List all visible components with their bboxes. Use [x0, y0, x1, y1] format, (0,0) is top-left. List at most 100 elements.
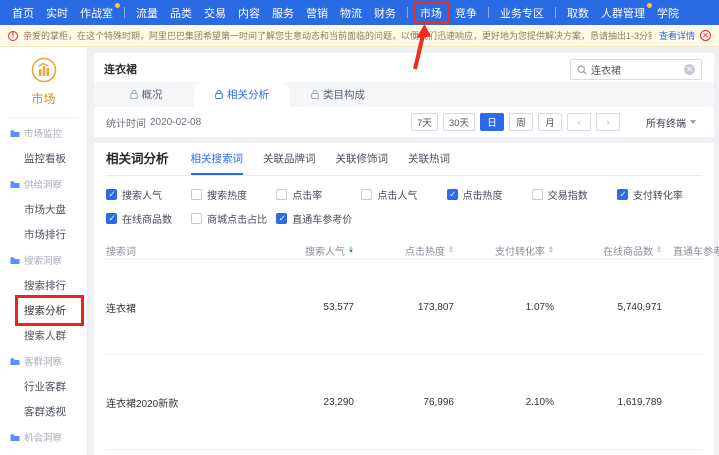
sidebar-group-header: 市场监控	[0, 120, 87, 146]
metric-checkbox[interactable]: 点击率	[276, 187, 361, 202]
period-button-group: 7天 30天日周月 ‹ ›	[406, 113, 620, 131]
lock-icon	[130, 90, 138, 99]
nav-item[interactable]: 取数	[561, 3, 595, 23]
nav-item[interactable]: 实时	[40, 3, 74, 23]
sidebar-item-label: 市场大盘	[24, 204, 66, 216]
period-button[interactable]: 周	[509, 113, 533, 131]
table-column-header[interactable]: 点击热度▲▼	[354, 243, 454, 258]
analysis-tab[interactable]: 关联热词	[408, 151, 450, 175]
nav-item[interactable]: 首页	[6, 3, 40, 23]
sidebar-item[interactable]: 行业客群	[0, 374, 87, 399]
terminal-select[interactable]: 所有终端	[646, 115, 696, 130]
nav-item-label: 内容	[238, 8, 260, 20]
main-layout: 市场 市场监控监控看板供给洞察市场大盘市场排行搜索洞察搜索排行搜索分析搜索人群客…	[0, 47, 719, 455]
sidebar-item[interactable]: 搜索排行	[0, 273, 87, 298]
sidebar-item[interactable]: 属性洞察	[0, 450, 87, 455]
nav-divider	[488, 7, 489, 18]
nav-item[interactable]: 品类	[164, 3, 198, 23]
period-button[interactable]: 月	[538, 113, 562, 131]
table-column-header[interactable]: 支付转化率▲▼	[454, 243, 554, 258]
analysis-tab[interactable]: 关联修饰词	[336, 151, 389, 175]
value-cell: 173,807	[354, 302, 454, 313]
metric-checkbox[interactable]: 搜索热度	[191, 187, 276, 202]
lock-icon	[215, 90, 223, 99]
column-label: 搜索词	[106, 243, 136, 258]
nav-item-label: 首页	[12, 8, 34, 20]
value-cell: 5,740,971	[554, 302, 662, 313]
nav-item[interactable]: 服务	[266, 3, 300, 23]
nav-item[interactable]: 物流	[334, 3, 368, 23]
page-tab[interactable]: 相关分析	[194, 82, 290, 107]
table-column-header[interactable]: 在线商品数▲▼	[554, 243, 662, 258]
sidebar-group-label: 搜索洞察	[24, 253, 62, 267]
nav-item[interactable]: 人群管理	[595, 3, 651, 23]
value-cell: 1,619,789	[554, 397, 662, 408]
metric-label: 交易指数	[548, 187, 588, 202]
metric-label: 点击率	[292, 187, 322, 202]
analysis-tab[interactable]: 相关搜索词	[191, 151, 244, 175]
metric-checkbox[interactable]: 点击人气	[361, 187, 446, 202]
page-tab[interactable]: 类目构成	[290, 82, 386, 107]
sidebar-item[interactable]: 市场排行	[0, 222, 87, 247]
sidebar-group-label: 客群洞察	[24, 354, 62, 368]
metric-checkbox[interactable]: 商城点击占比	[191, 211, 276, 226]
nav-item-label: 学院	[657, 8, 679, 20]
analysis-title: 相关词分析	[106, 148, 169, 175]
keyword-search-box[interactable]: ✕	[570, 59, 702, 80]
nav-item[interactable]: 业务专区	[494, 3, 550, 23]
nav-item-label: 财务	[374, 8, 396, 20]
nav-item[interactable]: 财务	[368, 3, 402, 23]
nav-item[interactable]: 流量	[130, 3, 164, 23]
nav-item[interactable]: 竞争	[449, 3, 483, 23]
sidebar-item[interactable]: 市场大盘	[0, 197, 87, 222]
keyword-search-input[interactable]	[591, 64, 680, 75]
nav-item-label: 实时	[46, 8, 68, 20]
lock-icon	[311, 90, 319, 99]
sidebar-item[interactable]: 搜索人群	[0, 323, 87, 348]
nav-item-label: 交易	[204, 8, 226, 20]
checkbox-icon	[617, 189, 628, 200]
sidebar-group-header: 客群洞察	[0, 348, 87, 374]
sidebar-item-label: 监控看板	[24, 153, 66, 165]
page-tab-label: 概况	[142, 87, 163, 102]
search-icon	[577, 65, 587, 75]
page-tab[interactable]: 概况	[98, 82, 194, 107]
metric-checkbox[interactable]: 直通车参考价	[276, 211, 361, 226]
related-words-card: 相关词分析 相关搜索词关联品牌词关联修饰词关联热词 搜索人气搜索热度点击率点击人…	[94, 143, 714, 455]
nav-item[interactable]: 学院	[651, 3, 685, 23]
metric-checkbox[interactable]: 搜索人气	[106, 187, 191, 202]
sidebar-item[interactable]: 监控看板	[0, 146, 87, 171]
clear-icon[interactable]: ✕	[684, 64, 695, 75]
nav-item[interactable]: 作战室	[74, 3, 119, 23]
nav-item[interactable]: 交易	[198, 3, 232, 23]
nav-item-label: 服务	[272, 8, 294, 20]
period-button[interactable]: 30天	[443, 113, 475, 131]
period-button[interactable]: 7天	[411, 113, 438, 131]
metric-checkbox-grid: 搜索人气搜索热度 点击率 点击人气 点击热度 交易指数 支付转化率在线商品数商城点击占比直…	[106, 176, 702, 233]
sidebar-item[interactable]: 搜索分析	[0, 298, 87, 323]
close-icon[interactable]: ✕	[700, 30, 711, 41]
period-button[interactable]: 日	[480, 113, 504, 131]
metric-checkbox[interactable]: 在线商品数	[106, 211, 191, 226]
sidebar-group-label: 市场监控	[24, 126, 62, 140]
metric-checkbox[interactable]: 支付转化率	[617, 187, 702, 202]
nav-item[interactable]: 市场	[413, 2, 449, 24]
stats-time-value: 2020-02-08	[150, 117, 201, 128]
nav-item-label: 人群管理	[601, 8, 645, 20]
nav-item[interactable]: 内容	[232, 3, 266, 23]
checkbox-icon	[191, 213, 202, 224]
nav-item[interactable]: 营销	[300, 3, 334, 23]
table-column-header[interactable]: 直通车参考价▲▼	[662, 243, 719, 258]
column-label: 搜索人气	[305, 243, 345, 258]
period-chevron-button[interactable]: ‹	[567, 113, 591, 131]
sidebar-group-header: 机会洞察	[0, 424, 87, 450]
table-column-header[interactable]: 搜索人气▲▼	[258, 243, 354, 258]
sidebar-divider	[8, 117, 79, 118]
period-chevron-button[interactable]: ›	[596, 113, 620, 131]
analysis-tab[interactable]: 关联品牌词	[263, 151, 316, 175]
notice-detail-link[interactable]: 查看详情	[659, 29, 695, 42]
metric-checkbox[interactable]: 交易指数	[532, 187, 617, 202]
metric-label: 点击热度	[463, 187, 503, 202]
sidebar-item[interactable]: 客群透视	[0, 399, 87, 424]
metric-checkbox[interactable]: 点击热度	[447, 187, 532, 202]
